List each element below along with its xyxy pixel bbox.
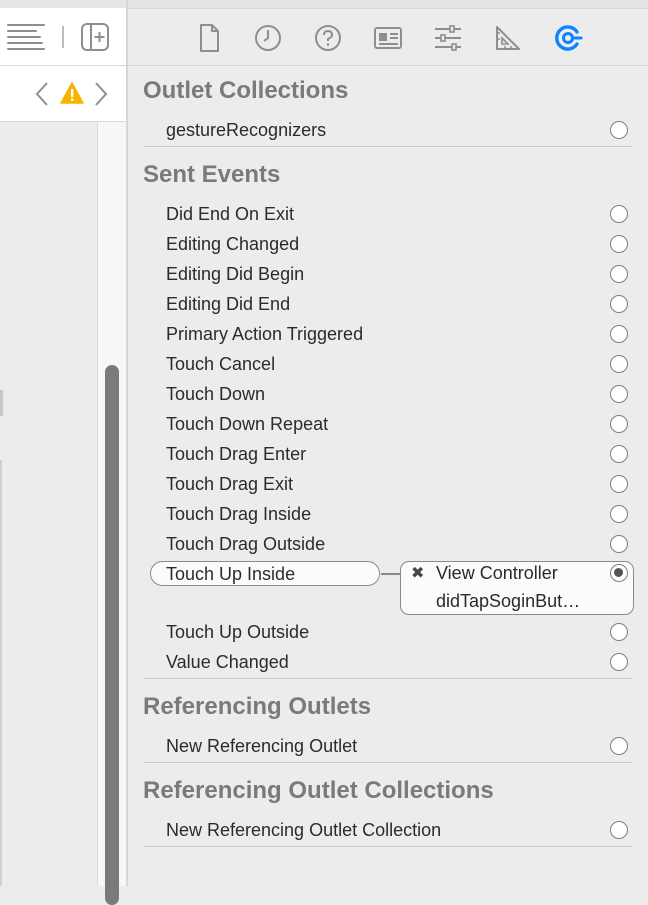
- connection-circle[interactable]: [610, 445, 628, 463]
- connected-event-label: Touch Up Inside: [166, 564, 296, 584]
- vertical-scrollbar[interactable]: [97, 122, 127, 905]
- event-label: Value Changed: [166, 652, 289, 672]
- event-label: Primary Action Triggered: [166, 324, 364, 344]
- file-inspector-icon[interactable]: [194, 23, 224, 53]
- connections-inspector-icon[interactable]: [553, 23, 583, 53]
- event-label: Editing Did Begin: [166, 264, 305, 284]
- outlet-label: New Referencing Outlet Collection: [166, 820, 442, 840]
- editor-toolbar: [0, 0, 127, 66]
- chevron-left-icon[interactable]: [34, 81, 50, 107]
- connection-action: didTapSoginBut…: [436, 591, 581, 611]
- editor-pane: [0, 0, 127, 905]
- event-label: Touch Cancel: [166, 354, 276, 374]
- toolbar-divider: [62, 26, 64, 48]
- connection-circle[interactable]: [610, 535, 628, 553]
- event-label: Touch Drag Outside: [166, 534, 326, 554]
- event-label: Touch Down Repeat: [166, 414, 329, 434]
- identity-inspector-icon[interactable]: [373, 23, 403, 53]
- connection-circle[interactable]: [610, 415, 628, 433]
- connection-circle[interactable]: [610, 121, 628, 139]
- connection-circle[interactable]: [610, 385, 628, 403]
- section-title-referencing-outlet-collections: Referencing Outlet Collections: [143, 777, 494, 804]
- jump-bar: [0, 66, 127, 122]
- connection-circle[interactable]: [610, 623, 628, 641]
- quick-help-icon[interactable]: [313, 23, 343, 53]
- section-separator: [144, 678, 632, 679]
- connection-circle[interactable]: [610, 355, 628, 373]
- section-title-sent-events: Sent Events: [143, 161, 281, 188]
- inspector-top-strip: [128, 0, 648, 9]
- connection-line: [381, 573, 401, 575]
- connection-target: View Controller: [436, 563, 558, 583]
- history-inspector-icon[interactable]: [253, 23, 283, 53]
- event-label: Did End On Exit: [166, 204, 295, 224]
- section-separator: [144, 146, 632, 147]
- connected-circle[interactable]: [610, 564, 628, 582]
- size-inspector-icon[interactable]: [493, 23, 523, 53]
- connection-circle[interactable]: [610, 475, 628, 493]
- scrollbar-thumb[interactable]: [105, 365, 119, 905]
- connections-inspector: Outlet Collections gestureRecognizers Se…: [128, 0, 648, 886]
- connection-circle[interactable]: [610, 505, 628, 523]
- outlet-label: New Referencing Outlet: [166, 736, 358, 756]
- section-title-referencing-outlets: Referencing Outlets: [143, 693, 372, 720]
- connection-circle[interactable]: [610, 295, 628, 313]
- attributes-inspector-icon[interactable]: [433, 23, 463, 53]
- window-top-strip: [0, 0, 127, 8]
- connection-circle[interactable]: [610, 205, 628, 223]
- warning-icon[interactable]: [60, 81, 84, 105]
- connection-circle[interactable]: [610, 737, 628, 755]
- outlet-label: gestureRecognizers: [166, 120, 327, 140]
- list-lines-icon[interactable]: [6, 22, 46, 50]
- event-label: Touch Drag Inside: [166, 504, 312, 524]
- connection-circle[interactable]: [610, 265, 628, 283]
- editor-edge-line: [0, 460, 2, 886]
- inspector-tab-bar: [128, 9, 648, 66]
- event-label: Touch Up Outside: [166, 622, 310, 642]
- section-separator: [144, 762, 632, 763]
- connection-circle[interactable]: [610, 653, 628, 671]
- editor-edge-mark: [0, 390, 3, 416]
- editor-content: [0, 122, 97, 886]
- section-separator: [144, 846, 632, 847]
- event-label: Touch Drag Enter: [166, 444, 307, 464]
- connection-circle[interactable]: [610, 325, 628, 343]
- connection-circle[interactable]: [610, 235, 628, 253]
- event-label: Editing Did End: [166, 294, 291, 314]
- remove-connection-icon[interactable]: ✖: [411, 563, 424, 583]
- add-editor-icon[interactable]: [80, 22, 110, 52]
- event-label: Touch Down: [166, 384, 266, 404]
- event-label: Editing Changed: [166, 234, 300, 254]
- section-title-outlet-collections: Outlet Collections: [143, 77, 349, 104]
- chevron-right-icon[interactable]: [93, 81, 109, 107]
- connection-circle[interactable]: [610, 821, 628, 839]
- event-label: Touch Drag Exit: [166, 474, 294, 494]
